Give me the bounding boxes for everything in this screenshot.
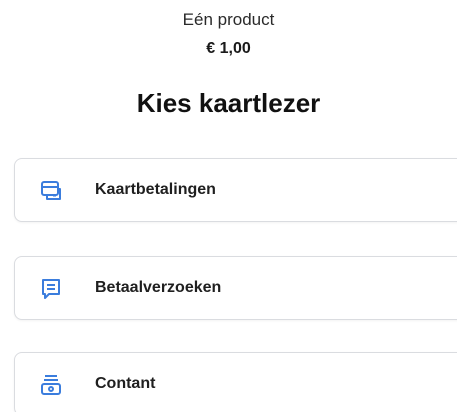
option-label: Kaartbetalingen xyxy=(95,181,216,198)
product-price: € 1,00 xyxy=(206,40,251,57)
message-icon xyxy=(39,277,63,301)
option-card-payments[interactable]: Kaartbetalingen xyxy=(14,158,457,222)
option-payment-requests[interactable]: Betaalverzoeken xyxy=(14,256,457,320)
page-title: Kies kaartlezer xyxy=(136,88,321,118)
card-icon xyxy=(39,179,63,203)
option-label: Betaalverzoeken xyxy=(95,279,222,296)
option-cash[interactable]: Contant xyxy=(14,352,457,412)
cash-register-icon xyxy=(39,373,63,397)
reader-selection-screen: Eén product € 1,00 Kies kaartlezer Kaart… xyxy=(0,0,457,412)
option-label: Contant xyxy=(95,375,156,392)
product-name: Eén product xyxy=(182,10,275,29)
